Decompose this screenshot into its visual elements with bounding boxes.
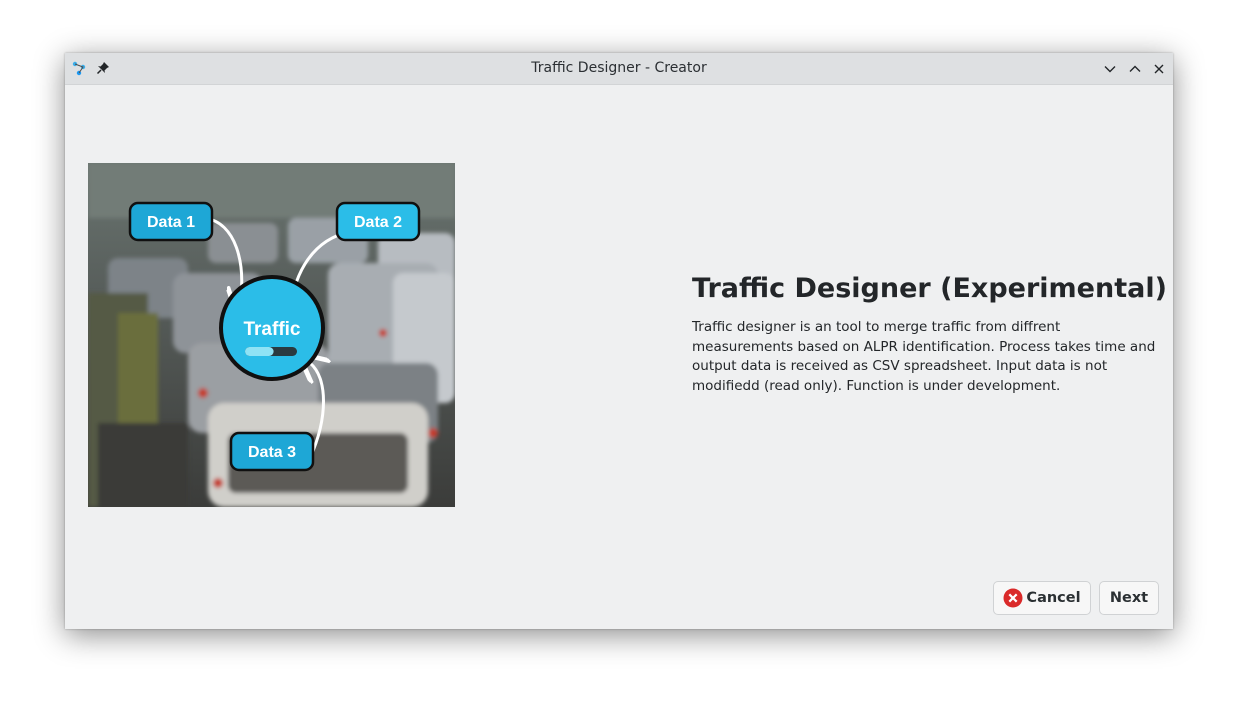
cancel-button[interactable]: Cancel [993, 581, 1091, 615]
cancel-icon [1003, 588, 1023, 608]
minimize-button[interactable] [1100, 59, 1120, 79]
window-title: Traffic Designer - Creator [531, 60, 707, 76]
description-text: Traffic designer is an tool to merge tra… [692, 319, 1156, 394]
next-button[interactable]: Next [1099, 581, 1159, 615]
chevron-down-icon [1104, 66, 1116, 73]
maximize-button[interactable] [1125, 59, 1145, 79]
progress-fill [245, 347, 274, 356]
node-data2-label: Data 2 [354, 214, 402, 231]
node-data3: Data 3 [229, 431, 315, 472]
close-button[interactable] [1149, 59, 1169, 79]
node-data1: Data 1 [128, 201, 214, 242]
next-button-label: Next [1109, 590, 1149, 606]
close-icon [1154, 64, 1164, 74]
title-bar[interactable]: Traffic Designer - Creator [65, 53, 1173, 85]
node-data2: Data 2 [335, 201, 421, 242]
chevron-up-icon [1129, 65, 1141, 72]
dialog-window: Traffic Designer - Creator Traffic Data … [65, 53, 1173, 629]
traffic-label: Traffic [243, 319, 300, 340]
node-data3-label: Data 3 [248, 444, 296, 461]
traffic-illustration: Traffic Data 1 Data 2 Data 3 [88, 163, 455, 507]
node-data1-label: Data 1 [147, 214, 195, 231]
cancel-button-label: Cancel [1026, 590, 1081, 606]
page-title: Traffic Designer (Experimental) [692, 273, 1167, 304]
